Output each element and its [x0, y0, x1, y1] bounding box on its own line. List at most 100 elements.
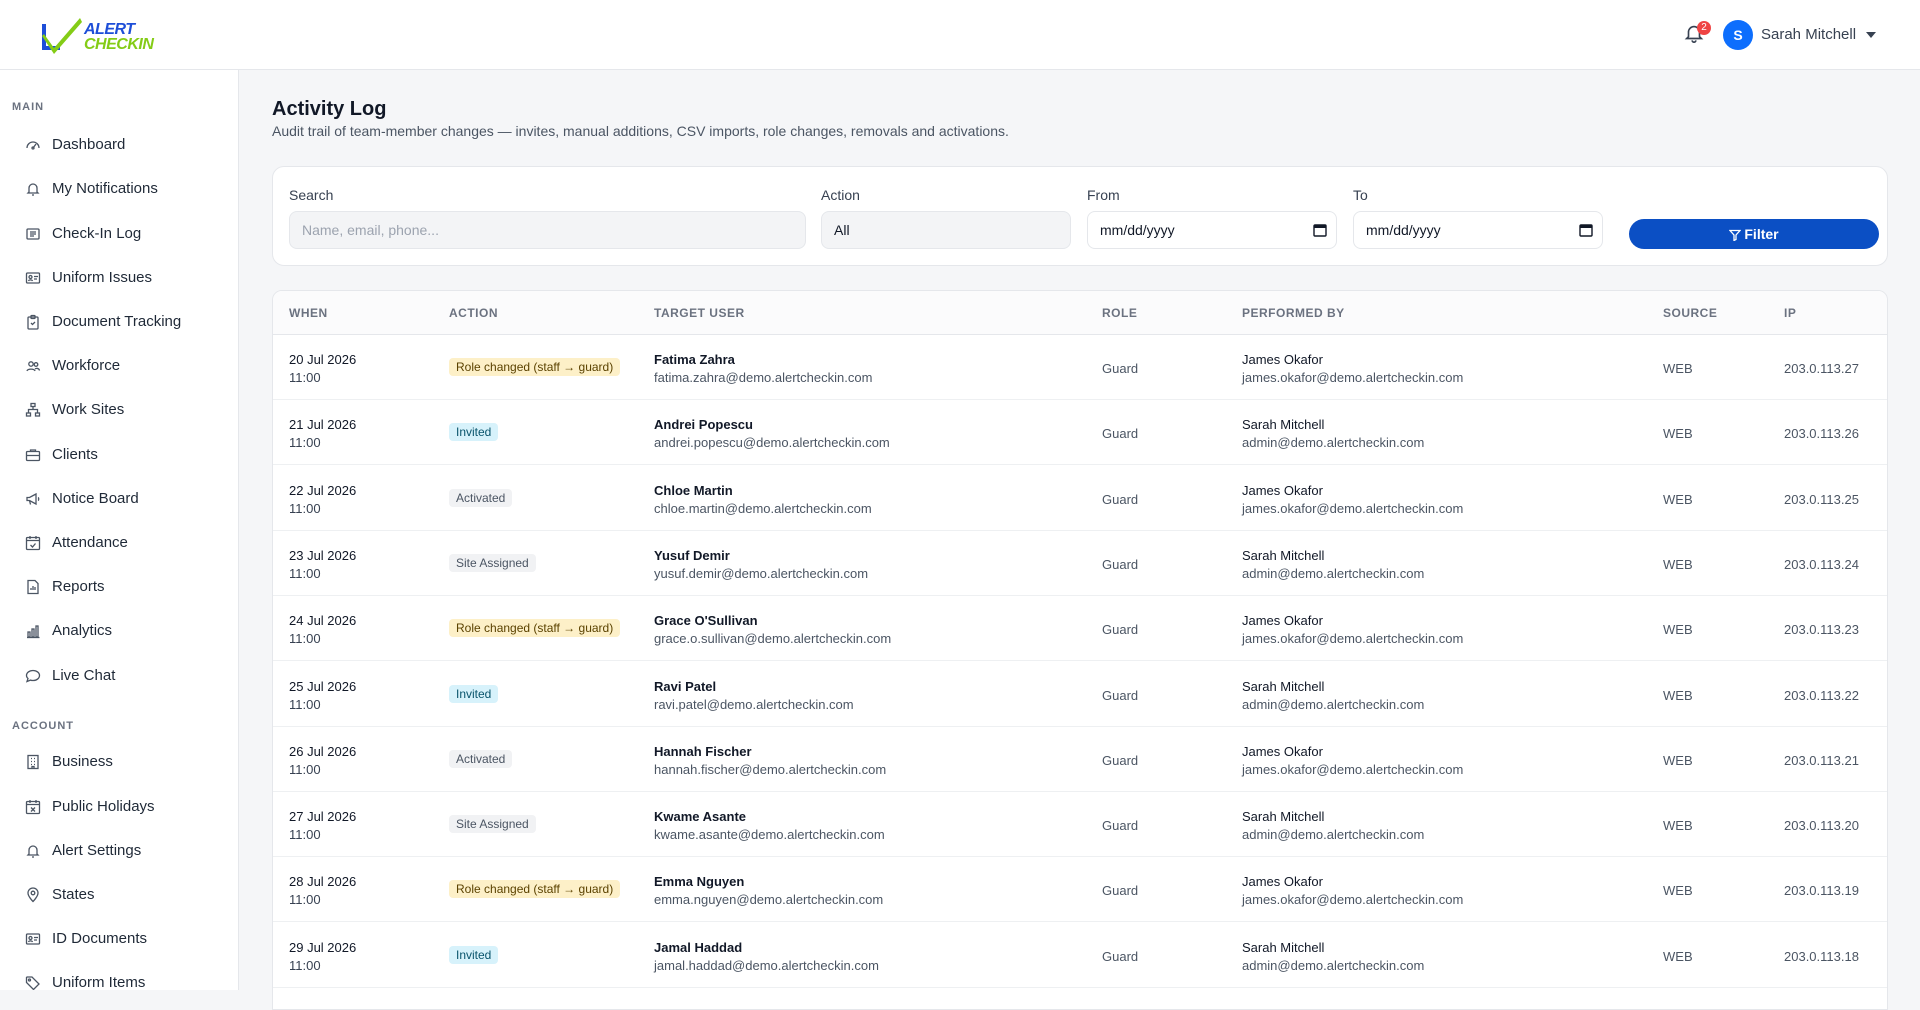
target-user-email: hannah.fischer@demo.alertcheckin.com [654, 761, 887, 777]
column-header-source[interactable]: SOURCE [1663, 306, 1717, 320]
page-subtitle: Audit trail of team-member changes — inv… [272, 123, 1009, 139]
sidebar-item-alert-settings[interactable]: Alert Settings [12, 833, 227, 869]
sidebar-item-notice-board[interactable]: Notice Board [12, 481, 227, 517]
column-header-target-user[interactable]: TARGET USER [654, 306, 745, 320]
target-user-email: yusuf.demir@demo.alertcheckin.com [654, 565, 869, 581]
ip-cell: 203.0.113.27 [1784, 361, 1859, 376]
sidebar-item-label: Public Holidays [52, 798, 155, 815]
performed-by-name: James Okafor [1242, 743, 1323, 759]
target-user-name: Emma Nguyen [654, 874, 745, 890]
chevron-down-icon[interactable] [1866, 32, 1876, 38]
column-header-when[interactable]: WHEN [289, 306, 328, 320]
sidebar-item-reports[interactable]: Reports [12, 569, 227, 605]
ip-cell: 203.0.113.24 [1784, 556, 1859, 572]
action-badge: Invited [449, 945, 499, 964]
bell-icon [26, 845, 40, 858]
ip-cell: 203.0.113.26 [1784, 426, 1859, 442]
filter-button[interactable]: Filter [1629, 219, 1879, 249]
row-time: 11:00 [289, 696, 321, 712]
column-header-action[interactable]: ACTION [449, 306, 498, 320]
source-cell: WEB [1663, 426, 1693, 442]
sidebar-item-states[interactable]: States [12, 877, 227, 913]
filter-panel: Search Action All From mm/dd/yyyy To mm/… [272, 166, 1888, 266]
sidebar-item-label: States [52, 886, 95, 903]
sidebar-item-my-notifications[interactable]: My Notifications [12, 171, 227, 207]
sidebar-item-analytics[interactable]: Analytics [12, 613, 227, 649]
target-user-name: Kwame Asante [654, 809, 746, 825]
source-cell: WEB [1663, 818, 1693, 834]
table-row[interactable]: 29 Jul 2026 11:00 Invited Jamal Haddad jamal… [273, 923, 1887, 988]
map-pin-icon [27, 887, 39, 903]
sidebar-item-workforce[interactable]: Workforce [12, 348, 227, 384]
calendar-icon[interactable] [1579, 223, 1593, 237]
tag-icon [25, 976, 40, 990]
sidebar-item-work-sites[interactable]: Work Sites [12, 392, 227, 428]
row-time: 11:00 [289, 761, 321, 777]
row-date: 23 Jul 2026 [289, 547, 357, 563]
table-row[interactable]: 22 Jul 2026 11:00 Activated Chloe Martin chl… [273, 466, 1887, 531]
performed-by-email: admin@demo.alertcheckin.com [1242, 827, 1425, 843]
target-user-name: Jamal Haddad [654, 939, 743, 955]
ip-cell: 203.0.113.19 [1784, 883, 1859, 899]
action-badge: Invited [449, 684, 499, 703]
table-row[interactable]: 23 Jul 2026 11:00 Site Assigned Yusuf Demir… [273, 531, 1887, 596]
target-user-email: fatima.zahra@demo.alertcheckin.com [654, 370, 873, 385]
role-cell: Guard [1102, 687, 1139, 703]
id-card-icon [25, 933, 41, 945]
row-time: 11:00 [289, 892, 321, 908]
performed-by-name: James Okafor [1242, 613, 1323, 629]
performed-by-email: admin@demo.alertcheckin.com [1242, 435, 1425, 451]
user-avatar[interactable]: S [1723, 20, 1753, 50]
performed-by-name: James Okafor [1242, 352, 1323, 367]
sidebar-item-uniform-items[interactable]: Uniform Items [12, 965, 227, 990]
action-badge: Role changed (staff → guard) [449, 619, 621, 638]
performed-by-email: admin@demo.alertcheckin.com [1242, 696, 1425, 712]
target-user-email: ravi.patel@demo.alertcheckin.com [654, 696, 854, 712]
action-select[interactable]: All [821, 211, 1071, 249]
action-badge: Activated [449, 749, 513, 768]
table-row[interactable]: 27 Jul 2026 11:00 Site Assigned Kwame Asant… [273, 792, 1887, 858]
source-cell: WEB [1663, 752, 1693, 768]
column-header-ip[interactable]: IP [1784, 306, 1796, 320]
sidebar-item-uniform-issues[interactable]: Uniform Issues [12, 260, 227, 296]
id-card-icon [25, 272, 41, 284]
sidebar-item-live-chat[interactable]: Live Chat [12, 658, 227, 694]
sidebar-item-clients[interactable]: Clients [12, 437, 227, 473]
sidebar-item-label: Document Tracking [52, 313, 182, 330]
list-icon [26, 228, 40, 240]
table-row[interactable]: 25 Jul 2026 11:00 Invited Ravi Patel ravi.pa… [273, 662, 1887, 727]
search-input[interactable] [289, 211, 806, 249]
sidebar-section-account: ACCOUNT [12, 720, 74, 732]
sidebar-item-label: Clients [52, 446, 98, 463]
notification-count-badge: 2 [1697, 21, 1711, 35]
table-row[interactable]: 28 Jul 2026 11:00 Role changed (staff → gu… [273, 857, 1887, 923]
source-cell: WEB [1663, 361, 1693, 376]
table-row[interactable]: 20 Jul 2026 11:00 Role changed (staff → gu… [273, 335, 1887, 400]
column-header-role[interactable]: ROLE [1102, 306, 1137, 320]
sidebar-item-attendance[interactable]: Attendance [12, 525, 227, 561]
source-cell: WEB [1663, 687, 1693, 703]
sidebar-item-dashboard[interactable]: Dashboard [12, 127, 227, 163]
table-row[interactable]: 24 Jul 2026 11:00 Role changed (staff → gu… [273, 596, 1887, 662]
table-row[interactable]: 26 Jul 2026 11:00 Activated Hannah Fischer h… [273, 727, 1887, 792]
row-date: 24 Jul 2026 [289, 613, 357, 629]
alertcheckin-logo[interactable]: ALERT CHECKIN [40, 16, 160, 56]
row-time: 11:00 [289, 957, 321, 973]
sidebar-item-check-in-log[interactable]: Check-In Log [12, 216, 227, 252]
sidebar-item-document-tracking[interactable]: Document Tracking [12, 304, 227, 340]
row-time: 11:00 [289, 500, 321, 516]
user-name[interactable]: Sarah Mitchell [1761, 26, 1856, 43]
table-row[interactable]: 21 Jul 2026 11:00 Invited Andrei Popescu and… [273, 400, 1887, 466]
sidebar-item-public-holidays[interactable]: Public Holidays [12, 789, 227, 825]
sidebar-item-id-documents[interactable]: ID Documents [12, 921, 227, 957]
sidebar-item-label: Attendance [52, 534, 128, 551]
from-date-input[interactable]: mm/dd/yyyy [1087, 211, 1337, 249]
to-date-input[interactable]: mm/dd/yyyy [1353, 211, 1603, 249]
filter-button-label: Filter [1744, 226, 1779, 242]
column-header-performed-by[interactable]: PERFORMED BY [1242, 306, 1345, 320]
sidebar-item-label: ID Documents [52, 930, 148, 947]
sidebar-item-business[interactable]: Business [12, 744, 227, 780]
row-date: 27 Jul 2026 [289, 809, 357, 825]
calendar-icon[interactable] [1313, 223, 1327, 237]
source-cell: WEB [1663, 948, 1693, 964]
